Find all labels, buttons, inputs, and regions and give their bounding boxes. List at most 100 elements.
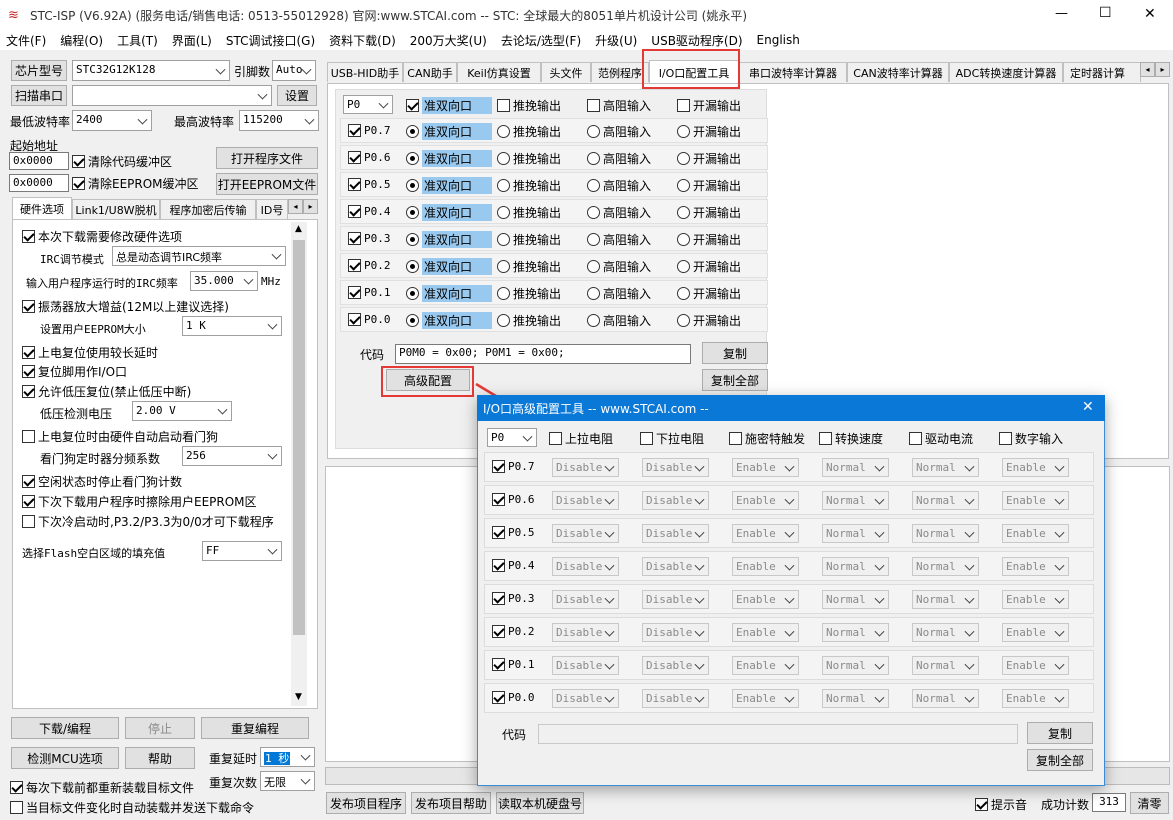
menu-forum[interactable]: 去论坛/选型(F) — [501, 32, 581, 49]
dialog-pin-checkbox[interactable]: P0.6 — [492, 493, 535, 506]
dialog-option-select[interactable]: Disable — [642, 656, 709, 675]
dialog-header-checkbox[interactable]: 施密特触发 — [729, 430, 805, 447]
minimize-button[interactable]: — — [1055, 6, 1068, 21]
io-mode-radio[interactable]: 高阻输入 — [587, 123, 651, 140]
all-push-pull-checkbox[interactable]: 推挽输出 — [497, 97, 561, 114]
dialog-option-select[interactable]: Enable — [732, 524, 799, 543]
dialog-option-select[interactable]: Enable — [732, 623, 799, 642]
dialog-option-select[interactable]: Disable — [552, 524, 619, 543]
dialog-option-select[interactable]: Enable — [1002, 590, 1069, 609]
options-scrollbar[interactable]: ▲ ▼ — [291, 222, 307, 706]
reset-pin-io-checkbox[interactable]: 复位脚用作I/O口 — [22, 363, 127, 380]
dialog-option-select[interactable]: Enable — [1002, 623, 1069, 642]
close-window-button[interactable]: ✕ — [1144, 6, 1156, 22]
modify-hw-checkbox[interactable]: 本次下载需要修改硬件选项 — [22, 228, 182, 245]
dialog-option-select[interactable]: Normal — [822, 458, 889, 477]
dialog-option-select[interactable]: Enable — [732, 458, 799, 477]
dialog-close-button[interactable]: ✕ — [1082, 399, 1094, 415]
io-pin-checkbox[interactable]: P0.0 — [348, 313, 391, 326]
io-mode-radio[interactable]: 高阻输入 — [587, 231, 651, 248]
io-mode-radio[interactable]: 推挽输出 — [497, 177, 561, 194]
long-reset-checkbox[interactable]: 上电复位使用较长延时 — [22, 344, 158, 361]
io-mode-radio[interactable]: 开漏输出 — [677, 177, 741, 194]
dialog-pin-checkbox[interactable]: P0.3 — [492, 592, 535, 605]
dialog-option-select[interactable]: Disable — [552, 491, 619, 510]
dialog-option-select[interactable]: Enable — [1002, 524, 1069, 543]
io-mode-radio[interactable]: 准双向口 — [406, 177, 493, 194]
dialog-option-select[interactable]: Disable — [552, 656, 619, 675]
menu-usb-driver[interactable]: USB驱动程序(D) — [651, 32, 742, 49]
settings-button[interactable]: 设置 — [277, 85, 317, 106]
dialog-option-select[interactable]: Disable — [642, 557, 709, 576]
io-pin-checkbox[interactable]: P0.1 — [348, 286, 391, 299]
all-open-drain-checkbox[interactable]: 开漏输出 — [677, 97, 741, 114]
tab-scroll-right[interactable]: ▸ — [303, 199, 318, 214]
help-button[interactable]: 帮助 — [125, 747, 195, 769]
menu-interface[interactable]: 界面(L) — [172, 32, 212, 49]
dialog-option-select[interactable]: Normal — [822, 491, 889, 510]
dialog-option-select[interactable]: Normal — [912, 491, 979, 510]
io-port-select[interactable]: P0 — [343, 95, 393, 114]
tabs-scroll-right[interactable]: ▸ — [1155, 62, 1170, 77]
io-pin-checkbox[interactable]: P0.6 — [348, 151, 391, 164]
dialog-option-select[interactable]: Enable — [1002, 458, 1069, 477]
scan-port-button[interactable]: 扫描串口 — [11, 85, 67, 106]
clear-eeprom-checkbox[interactable]: 清除EEPROM缓冲区 — [72, 175, 199, 192]
scroll-up-icon[interactable]: ▲ — [295, 224, 302, 234]
io-mode-radio[interactable]: 准双向口 — [406, 312, 493, 329]
menu-download[interactable]: 资料下载(D) — [329, 32, 396, 49]
dialog-option-select[interactable]: Normal — [912, 623, 979, 642]
io-mode-radio[interactable]: 高阻输入 — [587, 285, 651, 302]
dialog-option-select[interactable]: Normal — [822, 590, 889, 609]
io-mode-radio[interactable]: 高阻输入 — [587, 177, 651, 194]
tab-timer[interactable]: 定时器计算 — [1063, 62, 1141, 82]
io-pin-checkbox[interactable]: P0.7 — [348, 124, 391, 137]
io-mode-radio[interactable]: 推挽输出 — [497, 123, 561, 140]
lvd-reset-checkbox[interactable]: 允许低压复位(禁止低压中断) — [22, 383, 191, 400]
menu-tools[interactable]: 工具(T) — [117, 32, 158, 49]
dialog-header-checkbox[interactable]: 驱动电流 — [909, 430, 973, 447]
dialog-option-select[interactable]: Enable — [732, 557, 799, 576]
dialog-option-select[interactable]: Normal — [912, 524, 979, 543]
dialog-pin-checkbox[interactable]: P0.4 — [492, 559, 535, 572]
dialog-option-select[interactable]: Enable — [1002, 491, 1069, 510]
dialog-option-select[interactable]: Normal — [822, 557, 889, 576]
menu-file[interactable]: 文件(F) — [6, 32, 46, 49]
io-mode-radio[interactable]: 准双向口 — [406, 231, 493, 248]
tab-scroll-left[interactable]: ◂ — [288, 199, 303, 214]
dialog-copy-all-button[interactable]: 复制全部 — [1027, 749, 1093, 771]
dialog-option-select[interactable]: Normal — [912, 458, 979, 477]
io-mode-radio[interactable]: 准双向口 — [406, 285, 493, 302]
detect-mcu-button[interactable]: 检测MCU选项 — [11, 747, 119, 769]
dialog-header-checkbox[interactable]: 转换速度 — [819, 430, 883, 447]
dialog-option-select[interactable]: Normal — [822, 524, 889, 543]
dialog-pin-checkbox[interactable]: P0.2 — [492, 625, 535, 638]
io-mode-radio[interactable]: 推挽输出 — [497, 150, 561, 167]
tab-keil[interactable]: Keil仿真设置 — [457, 62, 541, 82]
io-mode-radio[interactable]: 开漏输出 — [677, 231, 741, 248]
port-select[interactable] — [72, 85, 272, 106]
reprogram-button[interactable]: 重复编程 — [201, 717, 309, 739]
io-mode-radio[interactable]: 准双向口 — [406, 258, 493, 275]
lvd-voltage-select[interactable]: 2.00 V — [132, 401, 232, 421]
menu-upgrade[interactable]: 升级(U) — [595, 32, 637, 49]
tab-examples[interactable]: 范例程序 — [591, 62, 649, 82]
io-mode-radio[interactable]: 开漏输出 — [677, 258, 741, 275]
read-disk-button[interactable]: 读取本机硬盘号 — [496, 792, 584, 814]
pins-select[interactable]: Auto — [272, 60, 316, 81]
io-mode-radio[interactable]: 高阻输入 — [587, 258, 651, 275]
wdt-div-select[interactable]: 256 — [182, 446, 282, 466]
dialog-option-select[interactable]: Normal — [912, 656, 979, 675]
all-quasi-bidir-checkbox[interactable]: 准双向口 — [406, 97, 493, 114]
dialog-port-select[interactable]: P0 — [487, 428, 537, 447]
dialog-copy-button[interactable]: 复制 — [1027, 722, 1093, 744]
dialog-option-select[interactable]: Disable — [552, 557, 619, 576]
menu-english[interactable]: English — [757, 33, 800, 47]
flash-fill-select[interactable]: FF — [202, 541, 282, 561]
dialog-pin-checkbox[interactable]: P0.7 — [492, 460, 535, 473]
io-copy-all-button[interactable]: 复制全部 — [702, 369, 768, 391]
auto-load-checkbox[interactable]: 当目标文件变化时自动装载并发送下载命令 — [10, 799, 254, 816]
dialog-header-checkbox[interactable]: 上拉电阻 — [549, 430, 613, 447]
dialog-option-select[interactable]: Disable — [642, 491, 709, 510]
irc-mode-select[interactable]: 总是动态调节IRC频率 — [112, 246, 286, 266]
